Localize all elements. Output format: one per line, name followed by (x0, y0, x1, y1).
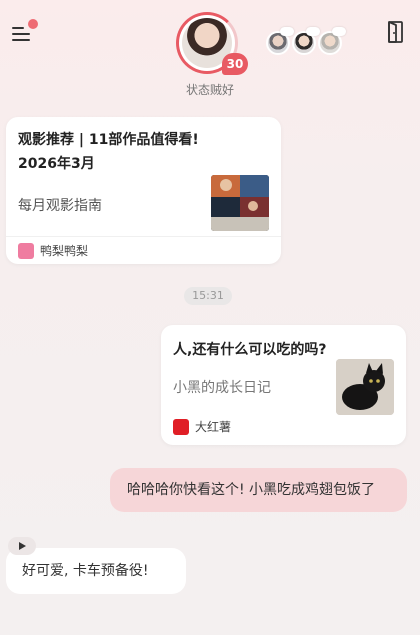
voice-play-button[interactable] (8, 537, 36, 555)
intimacy-badge: 30 (222, 53, 248, 75)
card-title-line2: 2026年3月 (18, 156, 95, 172)
exit-door-icon[interactable] (384, 20, 406, 44)
source-avatar-icon (18, 243, 34, 259)
menu-icon-bar (12, 39, 30, 41)
card-thumbnail (211, 175, 269, 231)
menu-button[interactable] (12, 19, 38, 44)
thought-bubble-icon (280, 27, 294, 36)
card-title: 观影推荐 | 11部作品值得看! (18, 132, 199, 148)
notification-dot (28, 19, 38, 29)
status-text: 状态贼好 (185, 83, 234, 97)
play-icon (19, 542, 26, 550)
card-subtitle: 每月观影指南 (18, 198, 102, 214)
timestamp: 15:31 (184, 287, 232, 305)
shared-note-card[interactable]: 人,还有什么可以吃的吗? 小黑的成长日记 大红薯 (161, 325, 406, 445)
card-thumbnail (336, 359, 394, 415)
menu-icon (12, 27, 24, 29)
menu-icon-bar (12, 33, 30, 35)
card-subtitle: 小黑的成长日记 (173, 380, 271, 396)
message-bubble-received[interactable]: 好可爱, 卡车预备役! (6, 548, 186, 594)
thought-bubble-icon (306, 27, 320, 36)
card-source: 大红薯 (195, 420, 232, 434)
shared-note-card[interactable]: 观影推荐 | 11部作品值得看! 2026年3月 每月观影指南 鸭梨鸭梨 (6, 117, 281, 264)
thought-bubble-icon (332, 27, 346, 36)
card-divider (6, 236, 281, 237)
message-bubble-sent[interactable]: 哈哈哈你快看这个! 小黑吃成鸡翅包饭了 (110, 468, 407, 512)
card-title: 人,还有什么可以吃的吗? (173, 342, 327, 358)
card-source: 鸭梨鸭梨 (40, 244, 89, 258)
source-avatar-icon (173, 419, 189, 435)
